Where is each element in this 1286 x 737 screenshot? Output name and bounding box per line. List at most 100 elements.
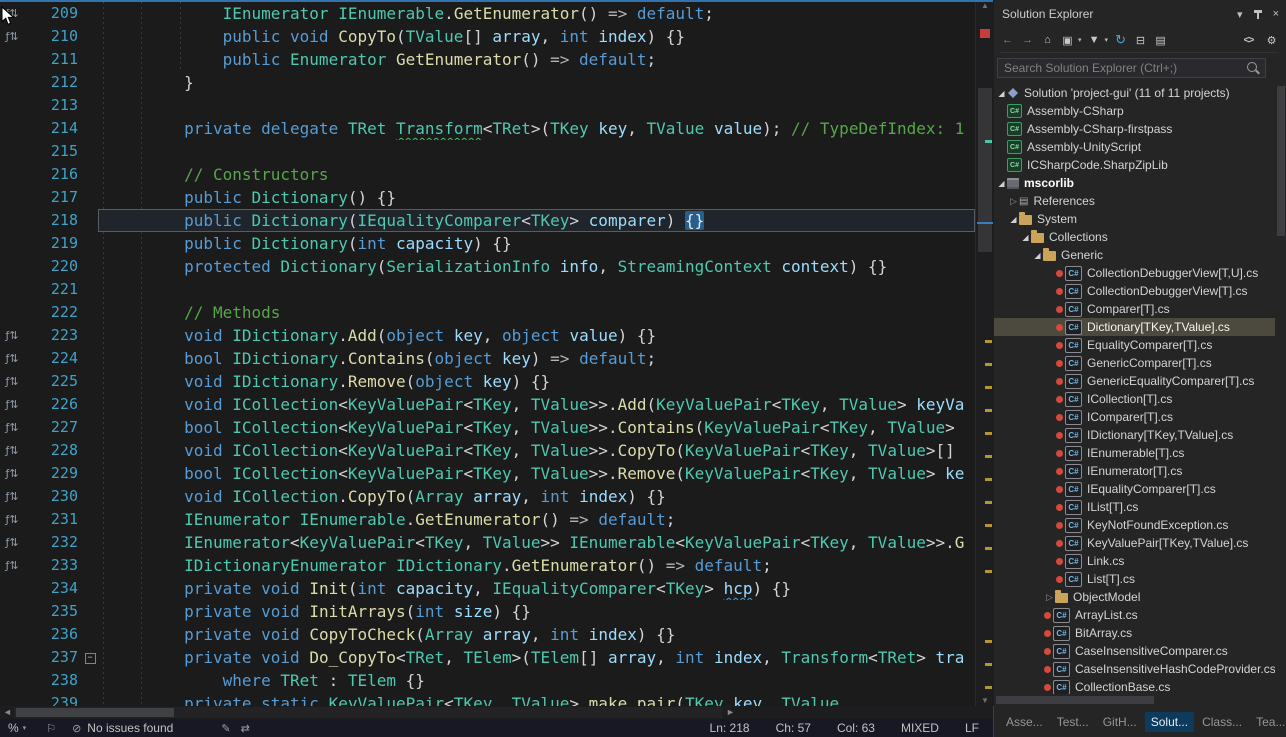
zoom-control[interactable]: % ▾	[0, 721, 26, 735]
code-line[interactable]: 216 // Constructors	[0, 163, 975, 186]
code-line[interactable]: 221	[0, 278, 975, 301]
tree-item[interactable]: ▷▤References	[994, 192, 1275, 210]
scrollbar-track[interactable]	[14, 707, 722, 718]
code-line[interactable]: ƒ⇅209 IEnumerator IEnumerable.GetEnumera…	[0, 2, 975, 25]
tree-item[interactable]: C#Dictionary[TKey,TValue].cs	[994, 318, 1275, 336]
tree-item[interactable]: C#Comparer[T].cs	[994, 300, 1275, 318]
scroll-left-icon[interactable]: ◄	[3, 707, 12, 718]
close-icon[interactable]: ×	[1273, 8, 1279, 20]
tree-item[interactable]: C#IEnumerable[T].cs	[994, 444, 1275, 462]
window-position-icon[interactable]: ▾	[1237, 8, 1243, 21]
scrollbar-thumb[interactable]	[1277, 86, 1285, 236]
tree-item[interactable]: C#IDictionary[TKey,TValue].cs	[994, 426, 1275, 444]
tree-item[interactable]: ◢Generic	[994, 246, 1275, 264]
code-line[interactable]: 220 protected Dictionary(SerializationIn…	[0, 255, 975, 278]
chevron-expanded-icon[interactable]: ◢	[1020, 233, 1031, 242]
chevron-expanded-icon[interactable]: ◢	[996, 179, 1007, 188]
code-line[interactable]: ƒ⇅210 public void CopyTo(TValue[] array,…	[0, 25, 975, 48]
tree-item[interactable]: C#EqualityComparer[T].cs	[994, 336, 1275, 354]
code-line[interactable]: ƒ⇅229 bool ICollection<KeyValuePair<TKey…	[0, 462, 975, 485]
code-line[interactable]: 222 // Methods	[0, 301, 975, 324]
implements-icon[interactable]: ƒ⇅	[0, 485, 24, 508]
scroll-down-icon[interactable]: ▼	[976, 696, 994, 705]
implements-icon[interactable]: ƒ⇅	[0, 347, 24, 370]
code-line[interactable]: ƒ⇅227 bool ICollection<KeyValuePair<TKey…	[0, 416, 975, 439]
tree-item[interactable]: C#IEnumerator[T].cs	[994, 462, 1275, 480]
implements-icon[interactable]: ƒ⇅	[0, 25, 24, 48]
code-line[interactable]: ƒ⇅232 IEnumerator<KeyValuePair<TKey, TVa…	[0, 531, 975, 554]
chevron-expanded-icon[interactable]: ◢	[1008, 215, 1019, 224]
tree-item[interactable]: ◢Collections	[994, 228, 1275, 246]
code-line[interactable]: 217 public Dictionary() {}	[0, 186, 975, 209]
code-line[interactable]: ƒ⇅225 void IDictionary.Remove(object key…	[0, 370, 975, 393]
tree-item[interactable]: C#Assembly-UnityScript	[994, 138, 1275, 156]
tree-item[interactable]: C#Link.cs	[994, 552, 1275, 570]
tree-horizontal-scrollbar[interactable]	[994, 694, 1275, 706]
tree-item[interactable]: C#CaseInsensitiveComparer.cs	[994, 642, 1275, 660]
tool-window-tab[interactable]: Class...	[1196, 712, 1248, 732]
implements-icon[interactable]: ƒ⇅	[0, 508, 24, 531]
code-line[interactable]: 214 private delegate TRet Transform<TRet…	[0, 117, 975, 140]
code-line[interactable]: 235 private void InitArrays(int size) {}	[0, 600, 975, 623]
code-line[interactable]: 237− private void Do_CopyTo<TRet, TElem>…	[0, 646, 975, 669]
code-line[interactable]: ƒ⇅224 bool IDictionary.Contains(object k…	[0, 347, 975, 370]
implements-icon[interactable]: ƒ⇅	[0, 439, 24, 462]
tree-item[interactable]: C#CollectionDebuggerView[T].cs	[994, 282, 1275, 300]
chevron-expanded-icon[interactable]: ◢	[1032, 251, 1043, 260]
solution-explorer-titlebar[interactable]: Solution Explorer ▾×	[1002, 4, 1279, 24]
implements-icon[interactable]: ƒ⇅	[0, 531, 24, 554]
search-input[interactable]	[997, 58, 1266, 78]
home-icon[interactable]: ⌂	[1040, 31, 1055, 49]
code-line[interactable]: ƒ⇅226 void ICollection<KeyValuePair<TKey…	[0, 393, 975, 416]
code-line[interactable]: ƒ⇅231 IEnumerator IEnumerable.GetEnumera…	[0, 508, 975, 531]
implements-icon[interactable]: ƒ⇅	[0, 393, 24, 416]
tree-item[interactable]: C#BitArray.cs	[994, 624, 1275, 642]
tool-window-tab[interactable]: Asse...	[1000, 712, 1049, 732]
column-indicator[interactable]: Col: 63	[837, 721, 875, 735]
chevron-expanded-icon[interactable]: ◢	[996, 89, 1007, 98]
code-line[interactable]: 213	[0, 94, 975, 117]
implements-icon[interactable]: ƒ⇅	[0, 416, 24, 439]
chevron-collapsed-icon[interactable]: ▷	[1044, 592, 1055, 603]
code-line[interactable]: 239 private static KeyValuePair<TKey, TV…	[0, 692, 975, 706]
tree-item[interactable]: C#IComparer[T].cs	[994, 408, 1275, 426]
compare-icon[interactable]: ⇄	[241, 722, 250, 735]
tree-item[interactable]: C#KeyNotFoundException.cs	[994, 516, 1275, 534]
code-line[interactable]: ƒ⇅233 IDictionaryEnumerator IDictionary.…	[0, 554, 975, 577]
tree-item[interactable]: C#ArrayList.cs	[994, 606, 1275, 624]
implements-icon[interactable]: ƒ⇅	[0, 554, 24, 577]
code-line[interactable]: 212 }	[0, 71, 975, 94]
edit-mode-icon[interactable]: ✎	[221, 722, 230, 735]
properties-icon[interactable]: ⚙	[1264, 31, 1279, 49]
pin-icon[interactable]	[1257, 10, 1259, 19]
tree-item[interactable]: C#List[T].cs	[994, 570, 1275, 588]
tree-item[interactable]: ◢Solution 'project-gui' (11 of 11 projec…	[994, 84, 1275, 102]
filter-icon[interactable]: ▼	[1087, 31, 1102, 49]
code-line[interactable]: 234 private void Init(int capacity, IEqu…	[0, 577, 975, 600]
tool-window-tab[interactable]: Solut...	[1145, 712, 1194, 732]
tree-item[interactable]: C#IEqualityComparer[T].cs	[994, 480, 1275, 498]
scrollbar-thumb[interactable]	[16, 708, 174, 717]
code-line[interactable]: 211 public Enumerator GetEnumerator() =>…	[0, 48, 975, 71]
tool-window-tab[interactable]: Tea...	[1250, 712, 1286, 732]
char-indicator[interactable]: Ch: 57	[776, 721, 811, 735]
tree-item[interactable]: C#GenericComparer[T].cs	[994, 354, 1275, 372]
back-icon[interactable]: ←	[1000, 31, 1015, 49]
implements-icon[interactable]: ƒ⇅	[0, 462, 24, 485]
tree-item[interactable]: C#IList[T].cs	[994, 498, 1275, 516]
scroll-up-icon[interactable]: ▲	[976, 1, 994, 10]
chevron-collapsed-icon[interactable]: ▷	[1008, 196, 1019, 207]
tree-item[interactable]: ▷ObjectModel	[994, 588, 1275, 606]
encoding-indicator[interactable]: MIXED	[901, 721, 939, 735]
code-line[interactable]: ƒ⇅230 void ICollection.CopyTo(Array arra…	[0, 485, 975, 508]
code-line[interactable]: ƒ⇅228 void ICollection<KeyValuePair<TKey…	[0, 439, 975, 462]
tree-item[interactable]: C#ICSharpCode.SharpZipLib	[994, 156, 1275, 174]
scrollbar-thumb[interactable]	[978, 88, 992, 252]
flag-icon[interactable]: ⚐	[46, 722, 56, 735]
scrollbar-thumb[interactable]	[996, 696, 1154, 704]
code-line[interactable]: 236 private void CopyToCheck(Array array…	[0, 623, 975, 646]
forward-icon[interactable]: →	[1020, 31, 1035, 49]
tree-item[interactable]: C#CollectionBase.cs	[994, 678, 1275, 694]
tree-vertical-scrollbar[interactable]	[1275, 84, 1286, 694]
line-ending-indicator[interactable]: LF	[965, 721, 979, 735]
